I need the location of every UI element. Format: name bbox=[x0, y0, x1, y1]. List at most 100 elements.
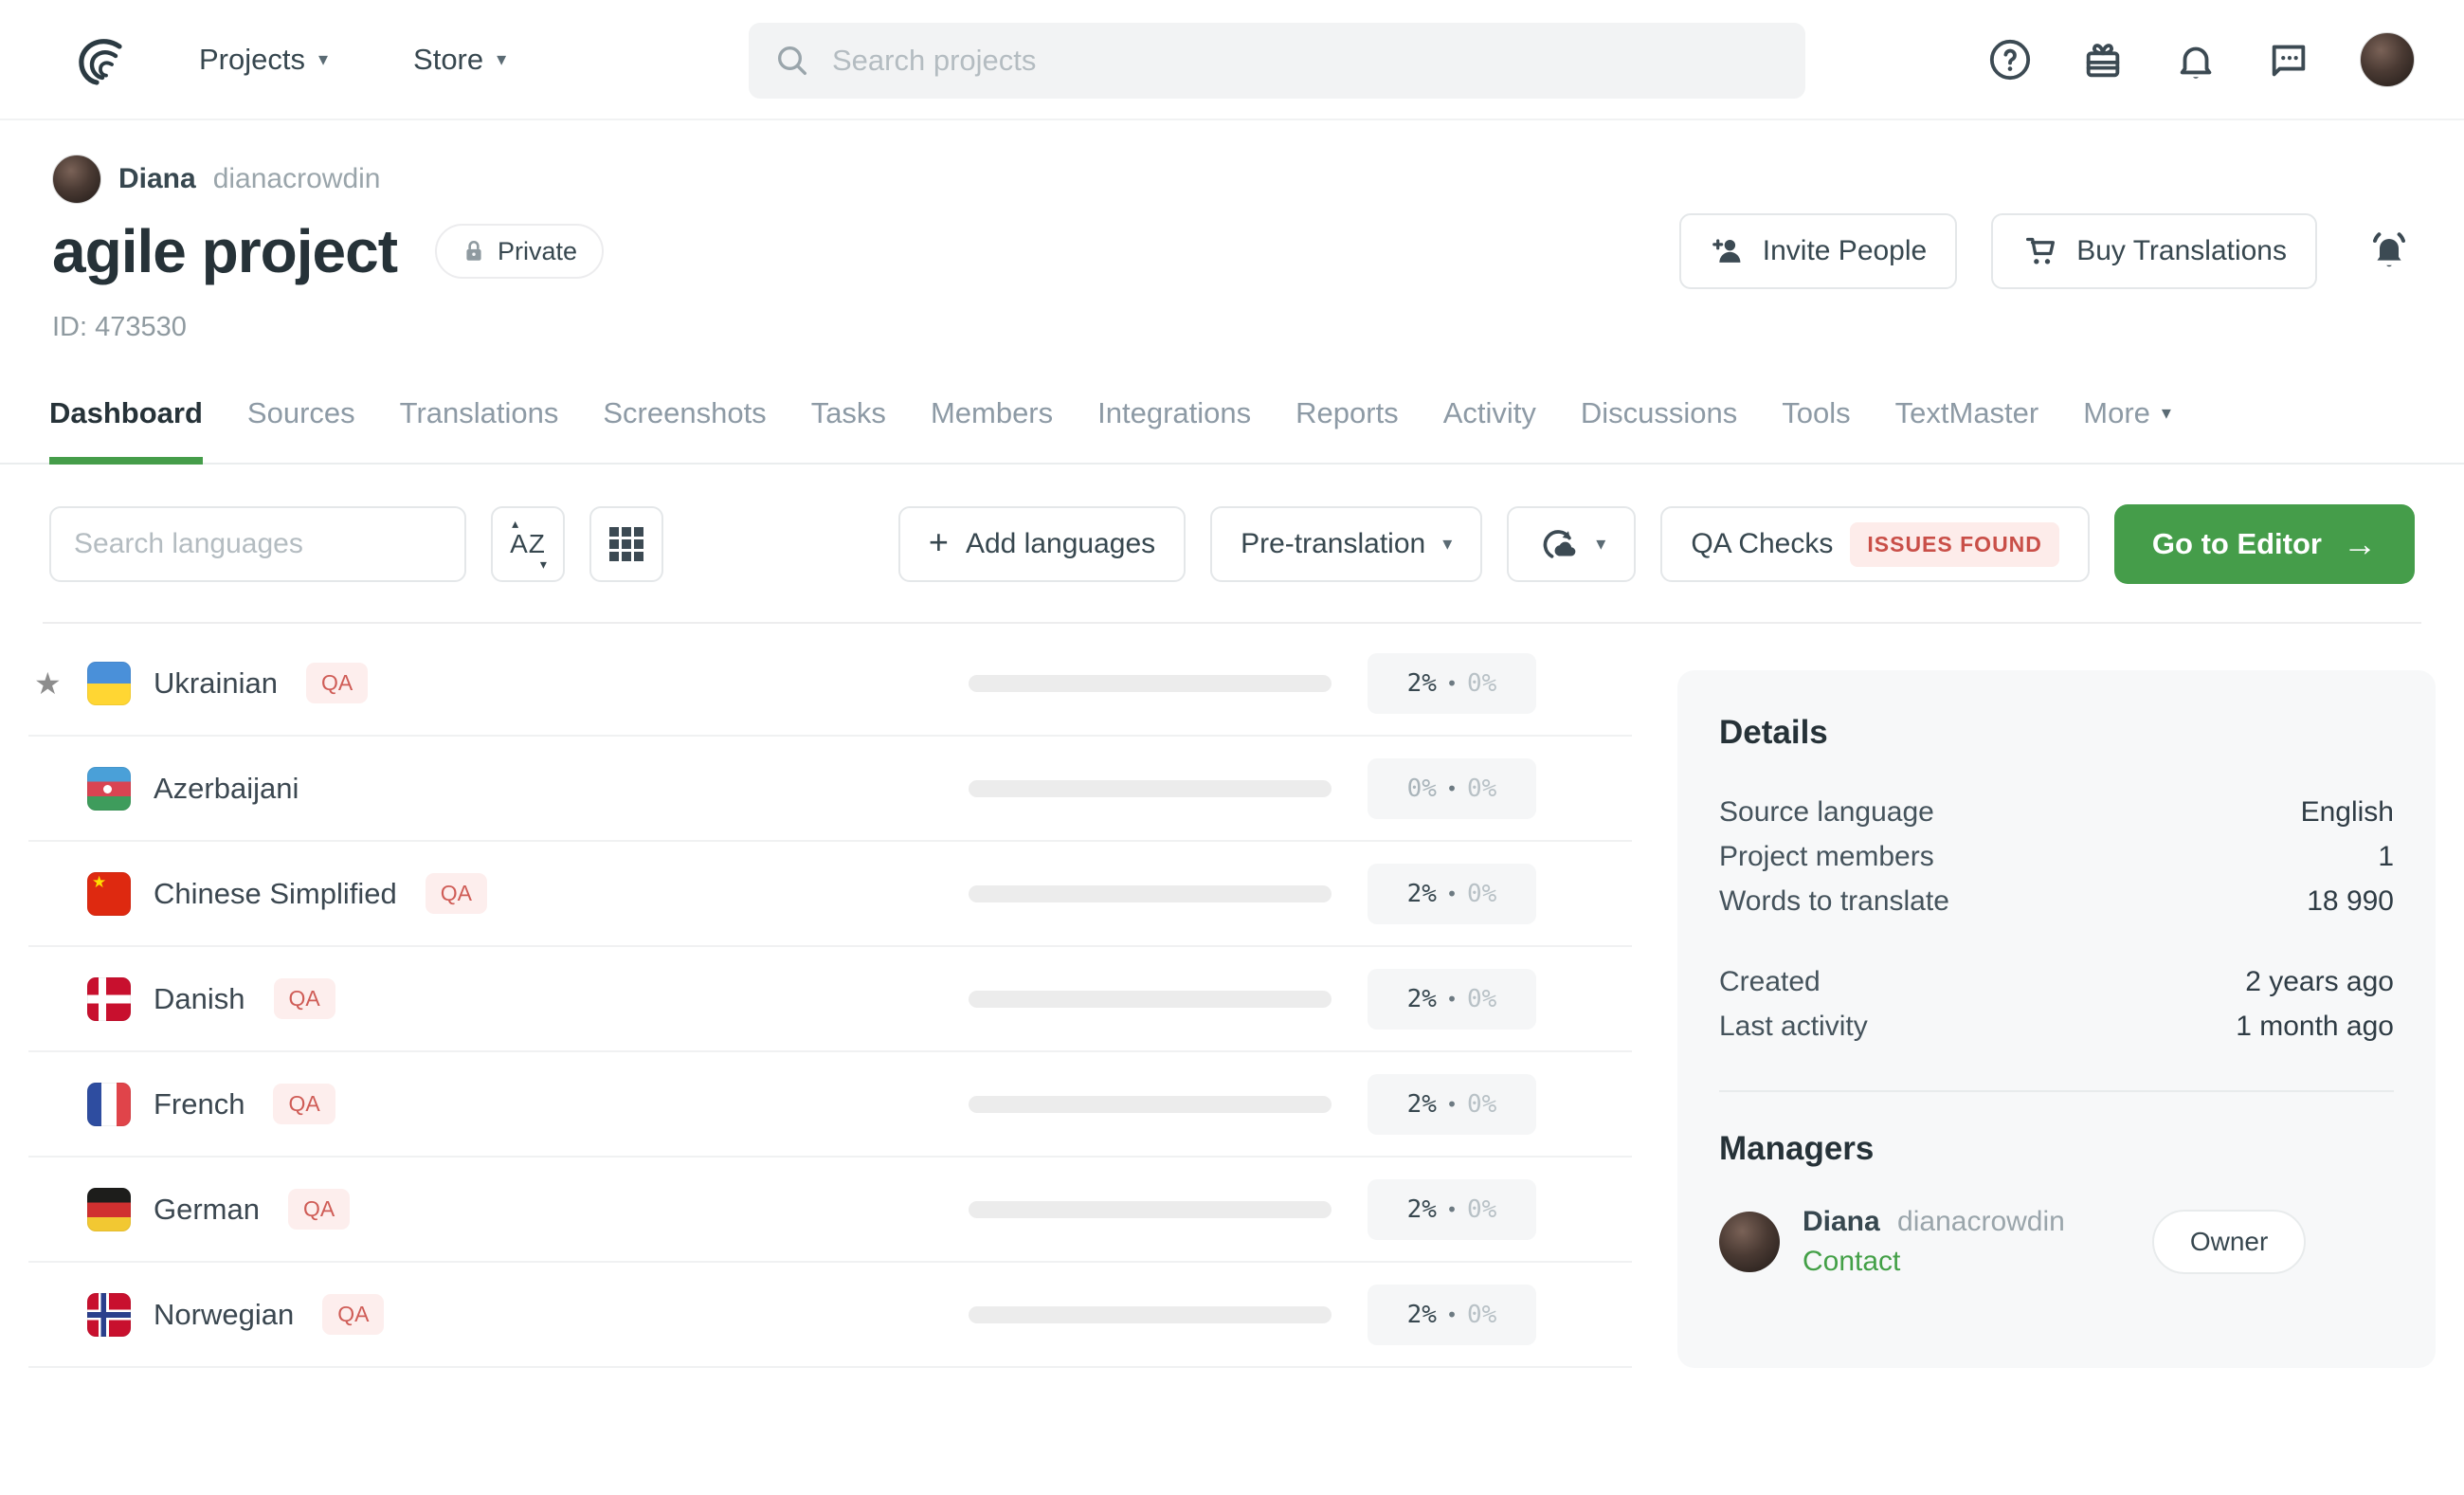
translated-percent: 2% bbox=[1407, 1301, 1437, 1329]
nav-store-menu[interactable]: Store ▾ bbox=[413, 43, 506, 77]
messages-icon[interactable] bbox=[2267, 38, 2310, 82]
language-row[interactable]: ★ Chinese Simplified QA 2% • 0% bbox=[28, 842, 1632, 947]
search-projects-input[interactable] bbox=[832, 44, 1685, 78]
translated-percent: 2% bbox=[1407, 669, 1437, 698]
favorite-star-icon[interactable]: ★ bbox=[28, 665, 87, 702]
dot-separator-icon: • bbox=[1446, 777, 1458, 800]
qa-issues-badge[interactable]: QA bbox=[274, 978, 335, 1019]
qa-checks-button[interactable]: QA Checks ISSUES FOUND bbox=[1660, 506, 2090, 582]
tab-label: Dashboard bbox=[49, 396, 203, 430]
language-row[interactable]: ★ Ukrainian QA 2% • 0% bbox=[28, 631, 1632, 737]
translated-percent: 2% bbox=[1407, 1090, 1437, 1119]
add-languages-button[interactable]: + Add languages bbox=[898, 506, 1186, 582]
invite-people-button[interactable]: Invite People bbox=[1679, 213, 1957, 289]
approved-percent: 0% bbox=[1467, 880, 1496, 908]
approved-percent: 0% bbox=[1467, 1195, 1496, 1224]
tab[interactable]: Members ▾ bbox=[931, 396, 1053, 463]
owner-name[interactable]: Diana bbox=[118, 163, 196, 195]
qa-issues-badge[interactable]: QA bbox=[426, 873, 487, 914]
language-row[interactable]: ★ Azerbaijani QA 0% • 0% bbox=[28, 737, 1632, 842]
approved-percent: 0% bbox=[1467, 1090, 1496, 1119]
details-label: Project members bbox=[1719, 834, 1934, 879]
translation-progress-bar bbox=[969, 1201, 1332, 1218]
details-panel: Details Source language English Project … bbox=[1677, 670, 2436, 1368]
gift-icon[interactable] bbox=[2081, 38, 2125, 82]
language-row[interactable]: ★ Norwegian QA 2% • 0% bbox=[28, 1263, 1632, 1368]
tab[interactable]: Sources ▾ bbox=[247, 396, 355, 463]
contact-link[interactable]: Contact bbox=[1803, 1246, 2065, 1278]
language-name[interactable]: Danish bbox=[154, 982, 245, 1016]
owner-avatar[interactable] bbox=[52, 155, 101, 204]
details-primary-rows: Source language English Project members … bbox=[1719, 790, 2394, 923]
tab-label: Discussions bbox=[1581, 396, 1737, 430]
pre-translation-button[interactable]: Pre-translation ▾ bbox=[1210, 506, 1482, 582]
search-languages-input[interactable] bbox=[74, 528, 442, 560]
details-row: Created 2 years ago bbox=[1719, 959, 2394, 1004]
user-avatar[interactable] bbox=[2360, 32, 2415, 87]
sort-az-button[interactable]: ▴AZ▾ bbox=[491, 506, 565, 582]
subscribe-bell-icon[interactable] bbox=[2366, 227, 2412, 277]
tab[interactable]: Activity ▾ bbox=[1443, 396, 1536, 463]
details-secondary-rows: Created 2 years ago Last activity 1 mont… bbox=[1719, 959, 2394, 1048]
top-nav: Projects ▾ Store ▾ bbox=[0, 0, 2464, 120]
language-row[interactable]: ★ Danish QA 2% • 0% bbox=[28, 947, 1632, 1052]
page-title: agile project bbox=[52, 216, 397, 286]
go-to-editor-button[interactable]: Go to Editor → bbox=[2114, 504, 2415, 584]
manager-name[interactable]: Diana bbox=[1803, 1206, 1880, 1237]
language-name[interactable]: Norwegian bbox=[154, 1298, 294, 1332]
sort-az-icon: ▴AZ▾ bbox=[510, 529, 546, 559]
tab[interactable]: Screenshots ▾ bbox=[603, 396, 766, 463]
details-row: Last activity 1 month ago bbox=[1719, 1004, 2394, 1048]
global-search[interactable] bbox=[749, 23, 1805, 99]
go-to-editor-label: Go to Editor bbox=[2152, 527, 2322, 561]
language-row[interactable]: ★ French QA 2% • 0% bbox=[28, 1052, 1632, 1158]
tab[interactable]: Tasks ▾ bbox=[811, 396, 886, 463]
translation-percent-chip: 2% • 0% bbox=[1368, 1179, 1536, 1240]
nav-projects-menu[interactable]: Projects ▾ bbox=[199, 43, 328, 77]
approved-percent: 0% bbox=[1467, 669, 1496, 698]
tab[interactable]: More ▾ bbox=[2083, 396, 2171, 463]
dot-separator-icon: • bbox=[1446, 988, 1458, 1011]
buy-translations-label: Buy Translations bbox=[2076, 235, 2287, 267]
tab[interactable]: Tools ▾ bbox=[1782, 396, 1850, 463]
nav-projects-label: Projects bbox=[199, 43, 305, 77]
details-row: Source language English bbox=[1719, 790, 2394, 834]
tab[interactable]: Integrations ▾ bbox=[1097, 396, 1251, 463]
search-languages-field[interactable] bbox=[49, 506, 466, 582]
details-label: Source language bbox=[1719, 790, 1934, 834]
chevron-down-icon: ▾ bbox=[2162, 404, 2171, 423]
qa-issues-badge[interactable]: QA bbox=[288, 1189, 350, 1230]
grid-view-button[interactable] bbox=[589, 506, 663, 582]
project-id: ID: 473530 bbox=[52, 312, 2464, 343]
translated-percent: 2% bbox=[1407, 985, 1437, 1013]
language-name[interactable]: French bbox=[154, 1087, 245, 1121]
tab[interactable]: Reports ▾ bbox=[1295, 396, 1399, 463]
notifications-bell-icon[interactable] bbox=[2174, 38, 2218, 82]
tab[interactable]: Dashboard ▾ bbox=[49, 396, 203, 463]
translation-percent-chip: 2% • 0% bbox=[1368, 1074, 1536, 1135]
language-name[interactable]: Ukrainian bbox=[154, 666, 278, 701]
qa-issues-badge[interactable]: QA bbox=[306, 663, 368, 703]
manager-avatar[interactable] bbox=[1719, 1212, 1780, 1272]
language-name[interactable]: German bbox=[154, 1193, 260, 1227]
pre-translation-label: Pre-translation bbox=[1241, 528, 1425, 560]
tab[interactable]: Translations ▾ bbox=[400, 396, 559, 463]
tab[interactable]: Discussions ▾ bbox=[1581, 396, 1737, 463]
details-value: 1 month ago bbox=[2236, 1004, 2394, 1048]
tab[interactable]: TextMaster ▾ bbox=[1895, 396, 2039, 463]
language-row[interactable]: ★ German QA 2% • 0% bbox=[28, 1158, 1632, 1263]
language-name[interactable]: Azerbaijani bbox=[154, 772, 299, 806]
help-icon[interactable] bbox=[1988, 38, 2032, 82]
qa-issues-badge[interactable]: QA bbox=[273, 1084, 335, 1124]
chevron-down-icon: ▾ bbox=[1596, 535, 1605, 554]
machine-translation-sync-button[interactable]: ▾ bbox=[1507, 506, 1636, 582]
buy-translations-button[interactable]: Buy Translations bbox=[1991, 213, 2317, 289]
tab-label: Tasks bbox=[811, 396, 886, 430]
approved-percent: 0% bbox=[1467, 775, 1496, 803]
person-plus-icon bbox=[1710, 233, 1746, 269]
details-row: Project members 1 bbox=[1719, 834, 2394, 879]
search-icon bbox=[773, 42, 811, 80]
crowdin-logo-icon[interactable] bbox=[76, 33, 125, 86]
qa-issues-badge[interactable]: QA bbox=[322, 1294, 384, 1335]
language-name[interactable]: Chinese Simplified bbox=[154, 877, 397, 911]
